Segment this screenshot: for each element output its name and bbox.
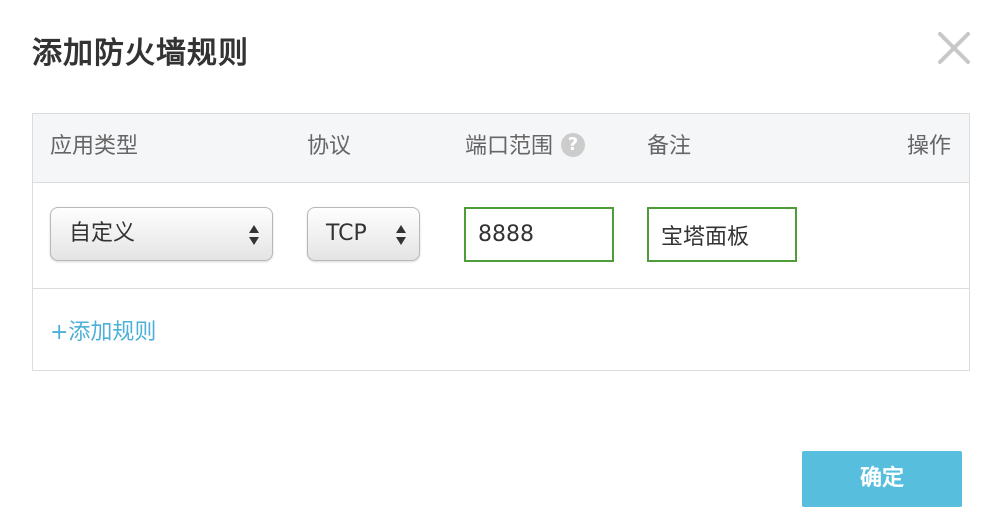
header-port-range: 端口范围? xyxy=(465,132,586,162)
app-type-select[interactable]: 自定义 xyxy=(50,207,273,261)
add-rule-link[interactable]: +添加规则 xyxy=(50,314,156,346)
dialog-title: 添加防火墙规则 xyxy=(32,36,249,71)
header-port-range-label: 端口范围 xyxy=(465,134,554,159)
protocol-value: TCP xyxy=(326,221,367,246)
header-note: 备注 xyxy=(647,134,692,159)
app-type-value: 自定义 xyxy=(69,221,136,246)
header-action: 操作 xyxy=(907,134,952,159)
rules-table: 应用类型 协议 端口范围? 备注 操作 自定义 TCP +添加规则 xyxy=(32,113,970,371)
table-row: 自定义 TCP xyxy=(33,183,969,289)
port-input[interactable] xyxy=(464,207,614,262)
confirm-button[interactable]: 确定 xyxy=(802,451,962,507)
header-app-type: 应用类型 xyxy=(50,134,139,159)
close-button[interactable] xyxy=(936,30,972,66)
table-header: 应用类型 协议 端口范围? 备注 操作 xyxy=(33,114,969,183)
close-icon[interactable] xyxy=(936,30,972,66)
select-arrows-icon xyxy=(396,225,406,245)
note-input[interactable] xyxy=(647,207,797,262)
header-protocol: 协议 xyxy=(307,134,352,159)
protocol-select[interactable]: TCP xyxy=(307,207,420,261)
select-arrows-icon xyxy=(249,225,259,245)
help-icon[interactable]: ? xyxy=(561,133,586,157)
